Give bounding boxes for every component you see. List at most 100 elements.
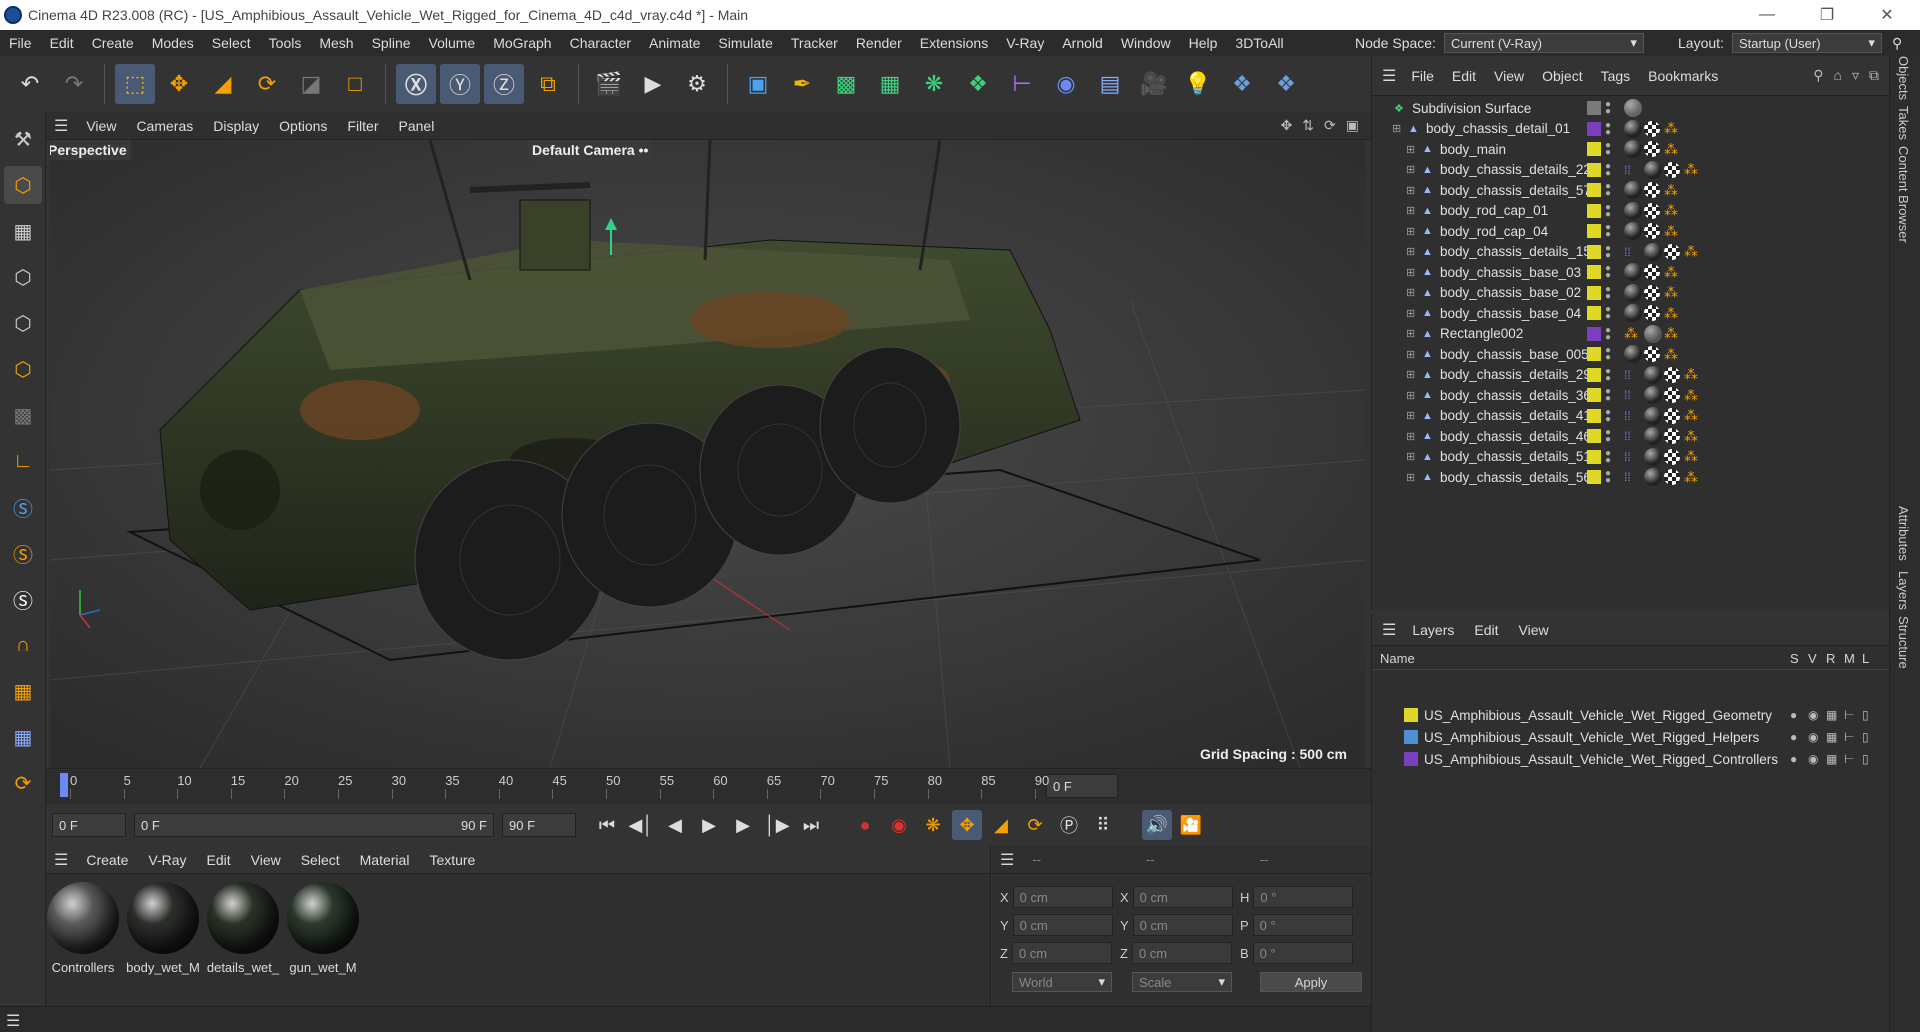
visibility-dots-icon[interactable]: ● ● <box>1605 346 1611 363</box>
xpresso-tag-icon[interactable]: ⁞⁞ <box>1624 368 1631 382</box>
layer-color-swatch[interactable] <box>1587 244 1601 259</box>
menu-mesh[interactable]: Mesh <box>310 35 362 51</box>
layer-color-swatch[interactable] <box>1587 142 1601 156</box>
hamburger-icon[interactable]: ☰ <box>1382 620 1396 640</box>
texture-tag-icon[interactable] <box>1644 264 1660 280</box>
layer-color-swatch[interactable] <box>1587 224 1601 238</box>
object-row[interactable]: ⊞ ▲ body_chassis_base_02 ● ● ⁂ <box>1372 283 1890 303</box>
object-row[interactable]: ⊞ ▲ body_chassis_details_41 ● ● ⁞⁞ ⁂ <box>1372 406 1890 426</box>
layer-color-swatch[interactable] <box>1404 752 1418 766</box>
visibility-dots-icon[interactable]: ● ● <box>1605 325 1611 342</box>
material-tag-icon[interactable] <box>1644 324 1662 343</box>
expand-toggle-icon[interactable]: ⊞ <box>1406 307 1415 320</box>
xpresso-tag-icon[interactable]: ⁞⁞ <box>1624 429 1631 443</box>
menu-layers[interactable]: Layers <box>1402 622 1464 638</box>
material-tag-icon[interactable] <box>1644 242 1662 261</box>
end-frame-field[interactable]: 90 F <box>502 813 576 837</box>
coord-field[interactable]: 0 cm <box>1012 914 1113 936</box>
texture-mode-icon[interactable]: ▦ <box>4 212 42 250</box>
rig-tag-icon[interactable]: ⁂ <box>1664 305 1678 322</box>
visibility-dots-icon[interactable]: ● ● <box>1605 202 1611 219</box>
hamburger-icon[interactable]: ☰ <box>54 850 68 870</box>
menu-select[interactable]: Select <box>291 852 350 868</box>
coordinate-system-icon[interactable]: ⧉ <box>528 64 568 104</box>
expand-toggle-icon[interactable]: ⊞ <box>1406 471 1415 484</box>
current-frame-field[interactable]: 0 F <box>1046 774 1118 798</box>
layer-color-swatch[interactable] <box>1587 347 1601 361</box>
material-tag-icon[interactable] <box>1624 304 1642 322</box>
restore-icon[interactable]: ❐ <box>1804 0 1850 30</box>
key-scale-icon[interactable]: ◢ <box>986 810 1016 840</box>
layer-color-swatch[interactable] <box>1587 162 1601 177</box>
menu-edit[interactable]: Edit <box>1443 68 1485 84</box>
pen-icon[interactable]: ✒ <box>782 64 822 104</box>
lock-icon[interactable]: ▯ <box>1862 752 1869 766</box>
xpresso-tag-icon[interactable]: ⁞⁞ <box>1624 409 1631 423</box>
model-mode-icon[interactable]: ⬡ <box>4 166 42 204</box>
layer-color-swatch[interactable] <box>1587 429 1601 443</box>
playhead-marker[interactable] <box>60 773 68 797</box>
previous-frame-icon[interactable]: ◀ <box>660 810 690 840</box>
layer-color-swatch[interactable] <box>1587 101 1601 115</box>
expand-toggle-icon[interactable]: ⊞ <box>1406 143 1415 156</box>
extrude-icon[interactable]: ▦ <box>870 64 910 104</box>
xpresso-tag-icon[interactable]: ⁞⁞ <box>1624 388 1631 402</box>
snap-icon[interactable]: Ⓢ <box>4 488 42 526</box>
menu-character[interactable]: Character <box>561 35 640 51</box>
snap-settings-icon[interactable]: Ⓢ <box>4 534 42 572</box>
material-tag-icon[interactable] <box>1624 119 1642 138</box>
object-row[interactable]: ⊞ ▲ body_chassis_details_22 ● ● ⁞⁞ ⁂ <box>1372 160 1890 180</box>
search-icon[interactable]: ⚲ <box>1813 67 1823 84</box>
dock-tab-structure[interactable]: Structure <box>1896 616 1911 669</box>
menu-view[interactable]: View <box>76 118 126 134</box>
node-space-dropdown[interactable]: Current (V-Ray) ▾ <box>1443 33 1644 53</box>
layer-row[interactable]: US_Amphibious_Assault_Vehicle_Wet_Rigged… <box>1372 748 1890 770</box>
expand-toggle-icon[interactable]: ⊞ <box>1406 204 1415 217</box>
recent-tool-icon[interactable]: ◪ <box>291 64 331 104</box>
object-row[interactable]: ⊞ ▲ body_main ● ● ⁂ <box>1372 139 1890 159</box>
object-row[interactable]: ⊞ ▲ body_chassis_details_29 ● ● ⁞⁞ ⁂ <box>1372 365 1890 385</box>
menu-object[interactable]: Object <box>1533 68 1591 84</box>
polygon-mode-icon[interactable]: ⬡ <box>4 350 42 388</box>
texture-tag-icon[interactable] <box>1644 346 1660 362</box>
menu-file[interactable]: File <box>0 35 41 51</box>
eye-icon[interactable]: ◉ <box>1808 752 1818 766</box>
material-tag-icon[interactable] <box>1624 140 1642 158</box>
visibility-dots-icon[interactable]: ● ● <box>1605 305 1611 322</box>
expand-toggle-icon[interactable]: ⊞ <box>1406 184 1415 197</box>
grid-icon[interactable]: ▦ <box>4 718 42 756</box>
layer-color-swatch[interactable] <box>1587 326 1601 341</box>
texture-tag-icon[interactable] <box>1644 284 1660 301</box>
layer-color-swatch[interactable] <box>1587 265 1601 279</box>
xpresso-tag-icon[interactable]: ⁞⁞ <box>1624 245 1631 259</box>
material-swatch[interactable]: Controllers <box>46 882 120 975</box>
uv-mode-icon[interactable]: ▩ <box>4 396 42 434</box>
menu-display[interactable]: Display <box>203 118 269 134</box>
rotate-view-icon[interactable]: ⟳ <box>1324 117 1336 134</box>
rig-tag-icon[interactable]: ⁂ <box>1664 325 1678 342</box>
mograph-icon[interactable]: ❖ <box>958 64 998 104</box>
select-live-icon[interactable]: ⬚ <box>115 64 155 104</box>
xpresso-tag-icon[interactable]: ⁞⁞ <box>1624 450 1631 464</box>
expand-toggle-icon[interactable]: ⊞ <box>1406 266 1415 279</box>
camera-icon[interactable]: 🎥 <box>1134 64 1174 104</box>
menu-options[interactable]: Options <box>269 118 337 134</box>
visibility-dots-icon[interactable]: ● ● <box>1605 100 1611 117</box>
expand-toggle-icon[interactable]: ⊞ <box>1406 348 1415 361</box>
field-icon[interactable]: ◉ <box>1046 64 1086 104</box>
next-frame-icon[interactable]: ▶ <box>728 810 758 840</box>
rig-tag-icon[interactable]: ⁂ <box>1664 264 1678 281</box>
visibility-dots-icon[interactable]: ● ● <box>1605 407 1611 424</box>
menu-render[interactable]: Render <box>847 35 911 51</box>
visibility-dots-icon[interactable]: ● ● <box>1605 387 1611 404</box>
visibility-dots-icon[interactable]: ● ● <box>1605 243 1611 260</box>
rig-tag-icon[interactable]: ⁂ <box>1664 141 1678 158</box>
menu-bookmarks[interactable]: Bookmarks <box>1639 68 1727 84</box>
menu-create[interactable]: Create <box>83 35 143 51</box>
visibility-dots-icon[interactable]: ● ● <box>1605 284 1611 301</box>
menu-edit[interactable]: Edit <box>197 852 241 868</box>
menu-select[interactable]: Select <box>203 35 260 51</box>
coord-field[interactable]: 0 cm <box>1012 886 1113 908</box>
menu-v-ray[interactable]: V-Ray <box>997 35 1053 51</box>
go-to-start-icon[interactable]: ⏮ <box>592 810 622 840</box>
